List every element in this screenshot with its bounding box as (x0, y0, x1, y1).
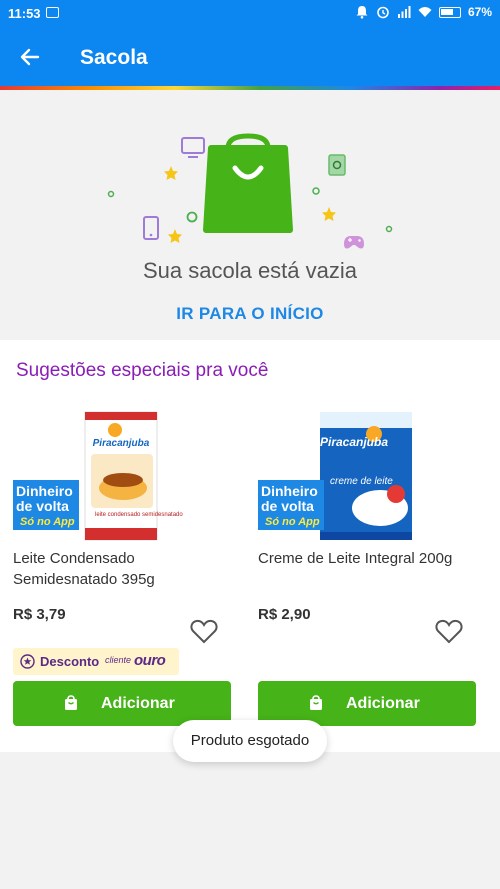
status-time: 11:53 (8, 6, 41, 21)
gamepad-icon (344, 236, 364, 249)
star-circle-icon (20, 654, 35, 669)
phone-icon (143, 216, 159, 240)
battery-percentage: 67% (467, 5, 492, 19)
discount-label: Desconto (40, 654, 100, 669)
svg-text:Só no App: Só no App (265, 516, 320, 528)
svg-text:Piracanjuba: Piracanjuba (93, 438, 150, 449)
star-icon (322, 207, 336, 221)
wifi-icon (418, 7, 432, 17)
shopping-bag-icon (65, 695, 77, 710)
product-price: R$ 3,79 (13, 606, 66, 623)
svg-text:Dinheiro: Dinheiro (261, 483, 318, 499)
toast-message: Produto esgotado (173, 720, 327, 762)
discount-program: ouro (134, 652, 166, 669)
add-button-label: Adicionar (346, 695, 420, 712)
product-name[interactable]: Creme de Leite Integral 200g (258, 548, 483, 569)
discount-program-prefix: cliente (105, 655, 132, 665)
product-name[interactable]: Leite Condensado Semidesnatado 395g (13, 548, 238, 590)
svg-text:de volta: de volta (16, 498, 69, 514)
star-icon (168, 229, 182, 243)
svg-text:Piracanjuba: Piracanjuba (320, 435, 388, 449)
tv-icon (181, 137, 205, 158)
star-icon (164, 166, 178, 180)
book-icon (328, 154, 346, 176)
alarm-bell-icon (356, 6, 368, 19)
suggestions-title: Sugestões especiais pra você (16, 360, 269, 381)
favorite-heart-icon[interactable] (435, 618, 463, 644)
product-price: R$ 2,90 (258, 606, 311, 623)
battery-icon (438, 6, 461, 18)
empty-bag-message: Sua sacola está vazia (142, 258, 358, 283)
add-button-label: Adicionar (101, 695, 175, 712)
app-bar: Sacola (0, 28, 500, 86)
shopping-bag-icon (310, 695, 322, 710)
product-card[interactable]: Piracanjuba leite condensado semidesnata… (13, 408, 243, 726)
alarm-clock-icon (377, 6, 389, 19)
svg-text:Dinheiro: Dinheiro (16, 483, 73, 499)
empty-bag-illustration (107, 133, 393, 249)
shopping-bag-icon (203, 133, 293, 233)
page-title: Sacola (80, 46, 148, 69)
discount-badge: Desconto cliente ouro (13, 648, 179, 675)
svg-text:de volta: de volta (261, 498, 314, 514)
svg-text:creme de leite: creme de leite (330, 476, 393, 487)
signal-icon (397, 6, 411, 18)
product-image: Piracanjuba creme de leite Dinheiro de v… (258, 412, 412, 540)
status-bar: 11:53 67% (0, 0, 500, 28)
svg-text:leite condensado semidesnatado: leite condensado semidesnatado (95, 512, 183, 518)
product-image: Piracanjuba leite condensado semidesnata… (13, 411, 183, 541)
suggestions-section: Sugestões especiais pra você Piracanjuba… (0, 340, 500, 752)
status-icons: 67% (355, 5, 492, 19)
svg-text:Só no App: Só no App (20, 516, 75, 528)
message-icon (46, 7, 59, 18)
arrow-left-icon[interactable] (18, 45, 42, 69)
product-card[interactable]: Piracanjuba creme de leite Dinheiro de v… (258, 408, 488, 726)
favorite-heart-icon[interactable] (190, 618, 218, 644)
go-home-link[interactable]: IR PARA O INÍCIO (0, 304, 500, 324)
empty-bag-section: Sua sacola está vazia IR PARA O INÍCIO (0, 90, 500, 340)
